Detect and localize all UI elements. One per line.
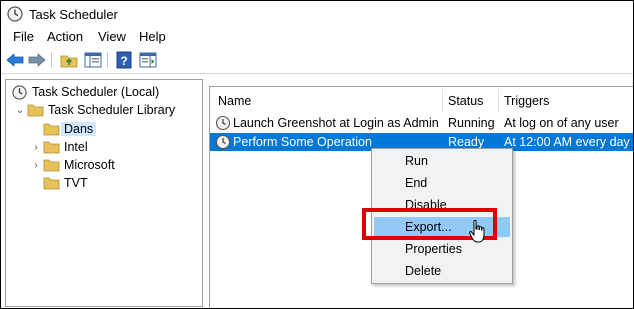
menu-item-label: End xyxy=(405,176,428,190)
task-status: Running xyxy=(448,116,495,130)
window-title: Task Scheduler xyxy=(29,7,118,22)
tree-item-label: Task Scheduler Library xyxy=(48,103,176,117)
console-tree: Task Scheduler (Local) ⌄ Task Scheduler … xyxy=(5,79,203,307)
tree-item-label: TVT xyxy=(64,176,88,190)
menu-help[interactable]: Help xyxy=(137,29,168,44)
menu-item-label: Run xyxy=(405,154,428,168)
tree-item-microsoft[interactable]: › Microsoft xyxy=(30,156,115,174)
menu-item-end[interactable]: End xyxy=(374,173,510,193)
clock-icon xyxy=(215,134,231,150)
column-divider[interactable] xyxy=(498,89,499,113)
folder-icon xyxy=(42,175,60,191)
clock-icon xyxy=(10,84,28,100)
menu-item-label: Delete xyxy=(405,264,442,278)
tree-item-label: Task Scheduler (Local) xyxy=(32,85,160,99)
task-trigger: At 12:00 AM every day xyxy=(504,135,630,149)
tree-item-tvt[interactable]: TVT xyxy=(30,174,88,192)
chevron-down-icon[interactable]: ⌄ xyxy=(14,105,26,116)
clock-icon xyxy=(215,115,231,131)
console-tree-icon xyxy=(84,52,102,68)
toolbar-separator xyxy=(107,52,108,68)
action-pane-icon xyxy=(139,52,157,68)
title-bar: Task Scheduler xyxy=(1,1,633,27)
forward-arrow-icon xyxy=(28,53,46,67)
clock-icon xyxy=(7,6,23,22)
menu-bar: File Action View Help xyxy=(1,27,633,47)
task-trigger: At log on of any user xyxy=(504,116,619,130)
menu-item-label: Properties xyxy=(405,242,462,256)
tree-item-label: Dans xyxy=(61,122,97,136)
menu-item-run[interactable]: Run xyxy=(374,151,510,171)
folder-icon xyxy=(26,102,44,118)
task-scheduler-window: Task Scheduler File Action View Help ? T… xyxy=(0,0,634,309)
mouse-cursor-icon xyxy=(469,220,485,243)
column-header-triggers[interactable]: Triggers xyxy=(504,94,549,108)
chevron-right-icon[interactable]: › xyxy=(30,160,42,171)
chevron-right-icon[interactable]: › xyxy=(30,142,42,153)
help-icon: ? xyxy=(116,51,132,69)
menu-action[interactable]: Action xyxy=(45,29,85,44)
show-hide-action-pane-button[interactable] xyxy=(138,50,158,70)
svg-text:?: ? xyxy=(120,54,127,68)
folder-icon xyxy=(42,157,60,173)
column-header-status[interactable]: Status xyxy=(448,94,483,108)
column-divider[interactable] xyxy=(442,89,443,113)
help-button[interactable]: ? xyxy=(114,50,134,70)
column-header-name[interactable]: Name xyxy=(218,94,251,108)
task-status: Ready xyxy=(448,135,485,149)
toolbar: ? xyxy=(1,47,633,74)
back-button[interactable] xyxy=(5,50,25,70)
folder-icon xyxy=(42,121,60,137)
tree-item-library[interactable]: ⌄ Task Scheduler Library xyxy=(14,101,175,119)
menu-item-delete[interactable]: Delete xyxy=(374,261,510,281)
back-arrow-icon xyxy=(6,53,24,67)
tree-item-label: Intel xyxy=(64,140,88,154)
menu-view[interactable]: View xyxy=(96,29,128,44)
tree-item-dans[interactable]: Dans xyxy=(30,120,97,138)
toolbar-separator xyxy=(51,52,52,68)
tree-item-label: Microsoft xyxy=(64,158,115,172)
folder-up-icon xyxy=(60,55,78,68)
task-name: Perform Some Operation xyxy=(233,135,372,149)
table-row[interactable]: Launch Greenshot at Login as Admin Runni… xyxy=(210,114,633,132)
tree-item-root[interactable]: Task Scheduler (Local) xyxy=(10,83,159,101)
menu-file[interactable]: File xyxy=(11,29,36,44)
task-name: Launch Greenshot at Login as Admin xyxy=(233,116,439,130)
folder-icon xyxy=(42,139,60,155)
forward-button[interactable] xyxy=(27,50,47,70)
tree-item-intel[interactable]: › Intel xyxy=(30,138,88,156)
show-hide-console-button[interactable] xyxy=(83,50,103,70)
menu-item-properties[interactable]: Properties xyxy=(374,239,510,259)
up-folder-button[interactable] xyxy=(59,50,79,70)
